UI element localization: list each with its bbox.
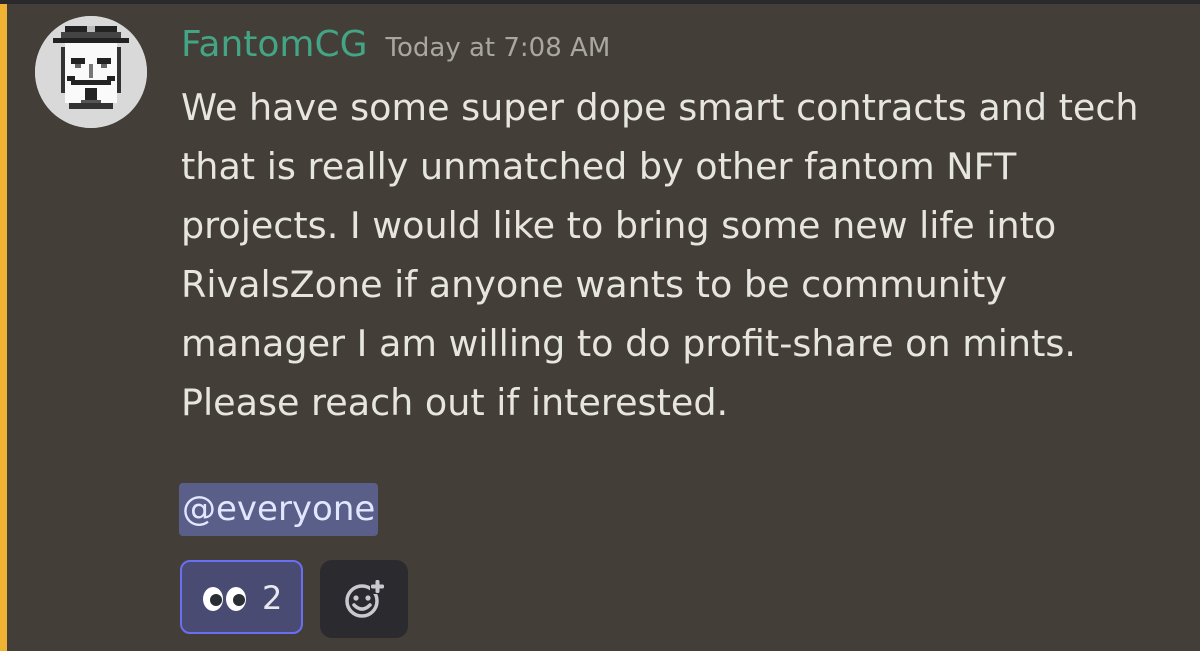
message-content: We have some super dope smart contracts … xyxy=(181,86,1139,424)
mention-highlight-bar xyxy=(0,4,7,651)
add-reaction-icon xyxy=(345,579,385,618)
add-reaction-button[interactable] xyxy=(320,560,408,638)
chat-message: FantomCG Today at 7:08 AM We have some su… xyxy=(7,4,1200,651)
everyone-mention[interactable]: @everyone xyxy=(179,483,379,536)
reaction-eyes[interactable]: 2 xyxy=(180,560,303,634)
message-header: FantomCG Today at 7:08 AM xyxy=(181,24,610,68)
eyes-icon xyxy=(203,587,246,611)
pixel-mask-avatar-icon xyxy=(35,16,147,128)
username[interactable]: FantomCG xyxy=(181,24,368,65)
avatar[interactable] xyxy=(35,16,147,128)
reaction-count: 2 xyxy=(262,579,283,617)
timestamp: Today at 7:08 AM xyxy=(385,33,611,63)
